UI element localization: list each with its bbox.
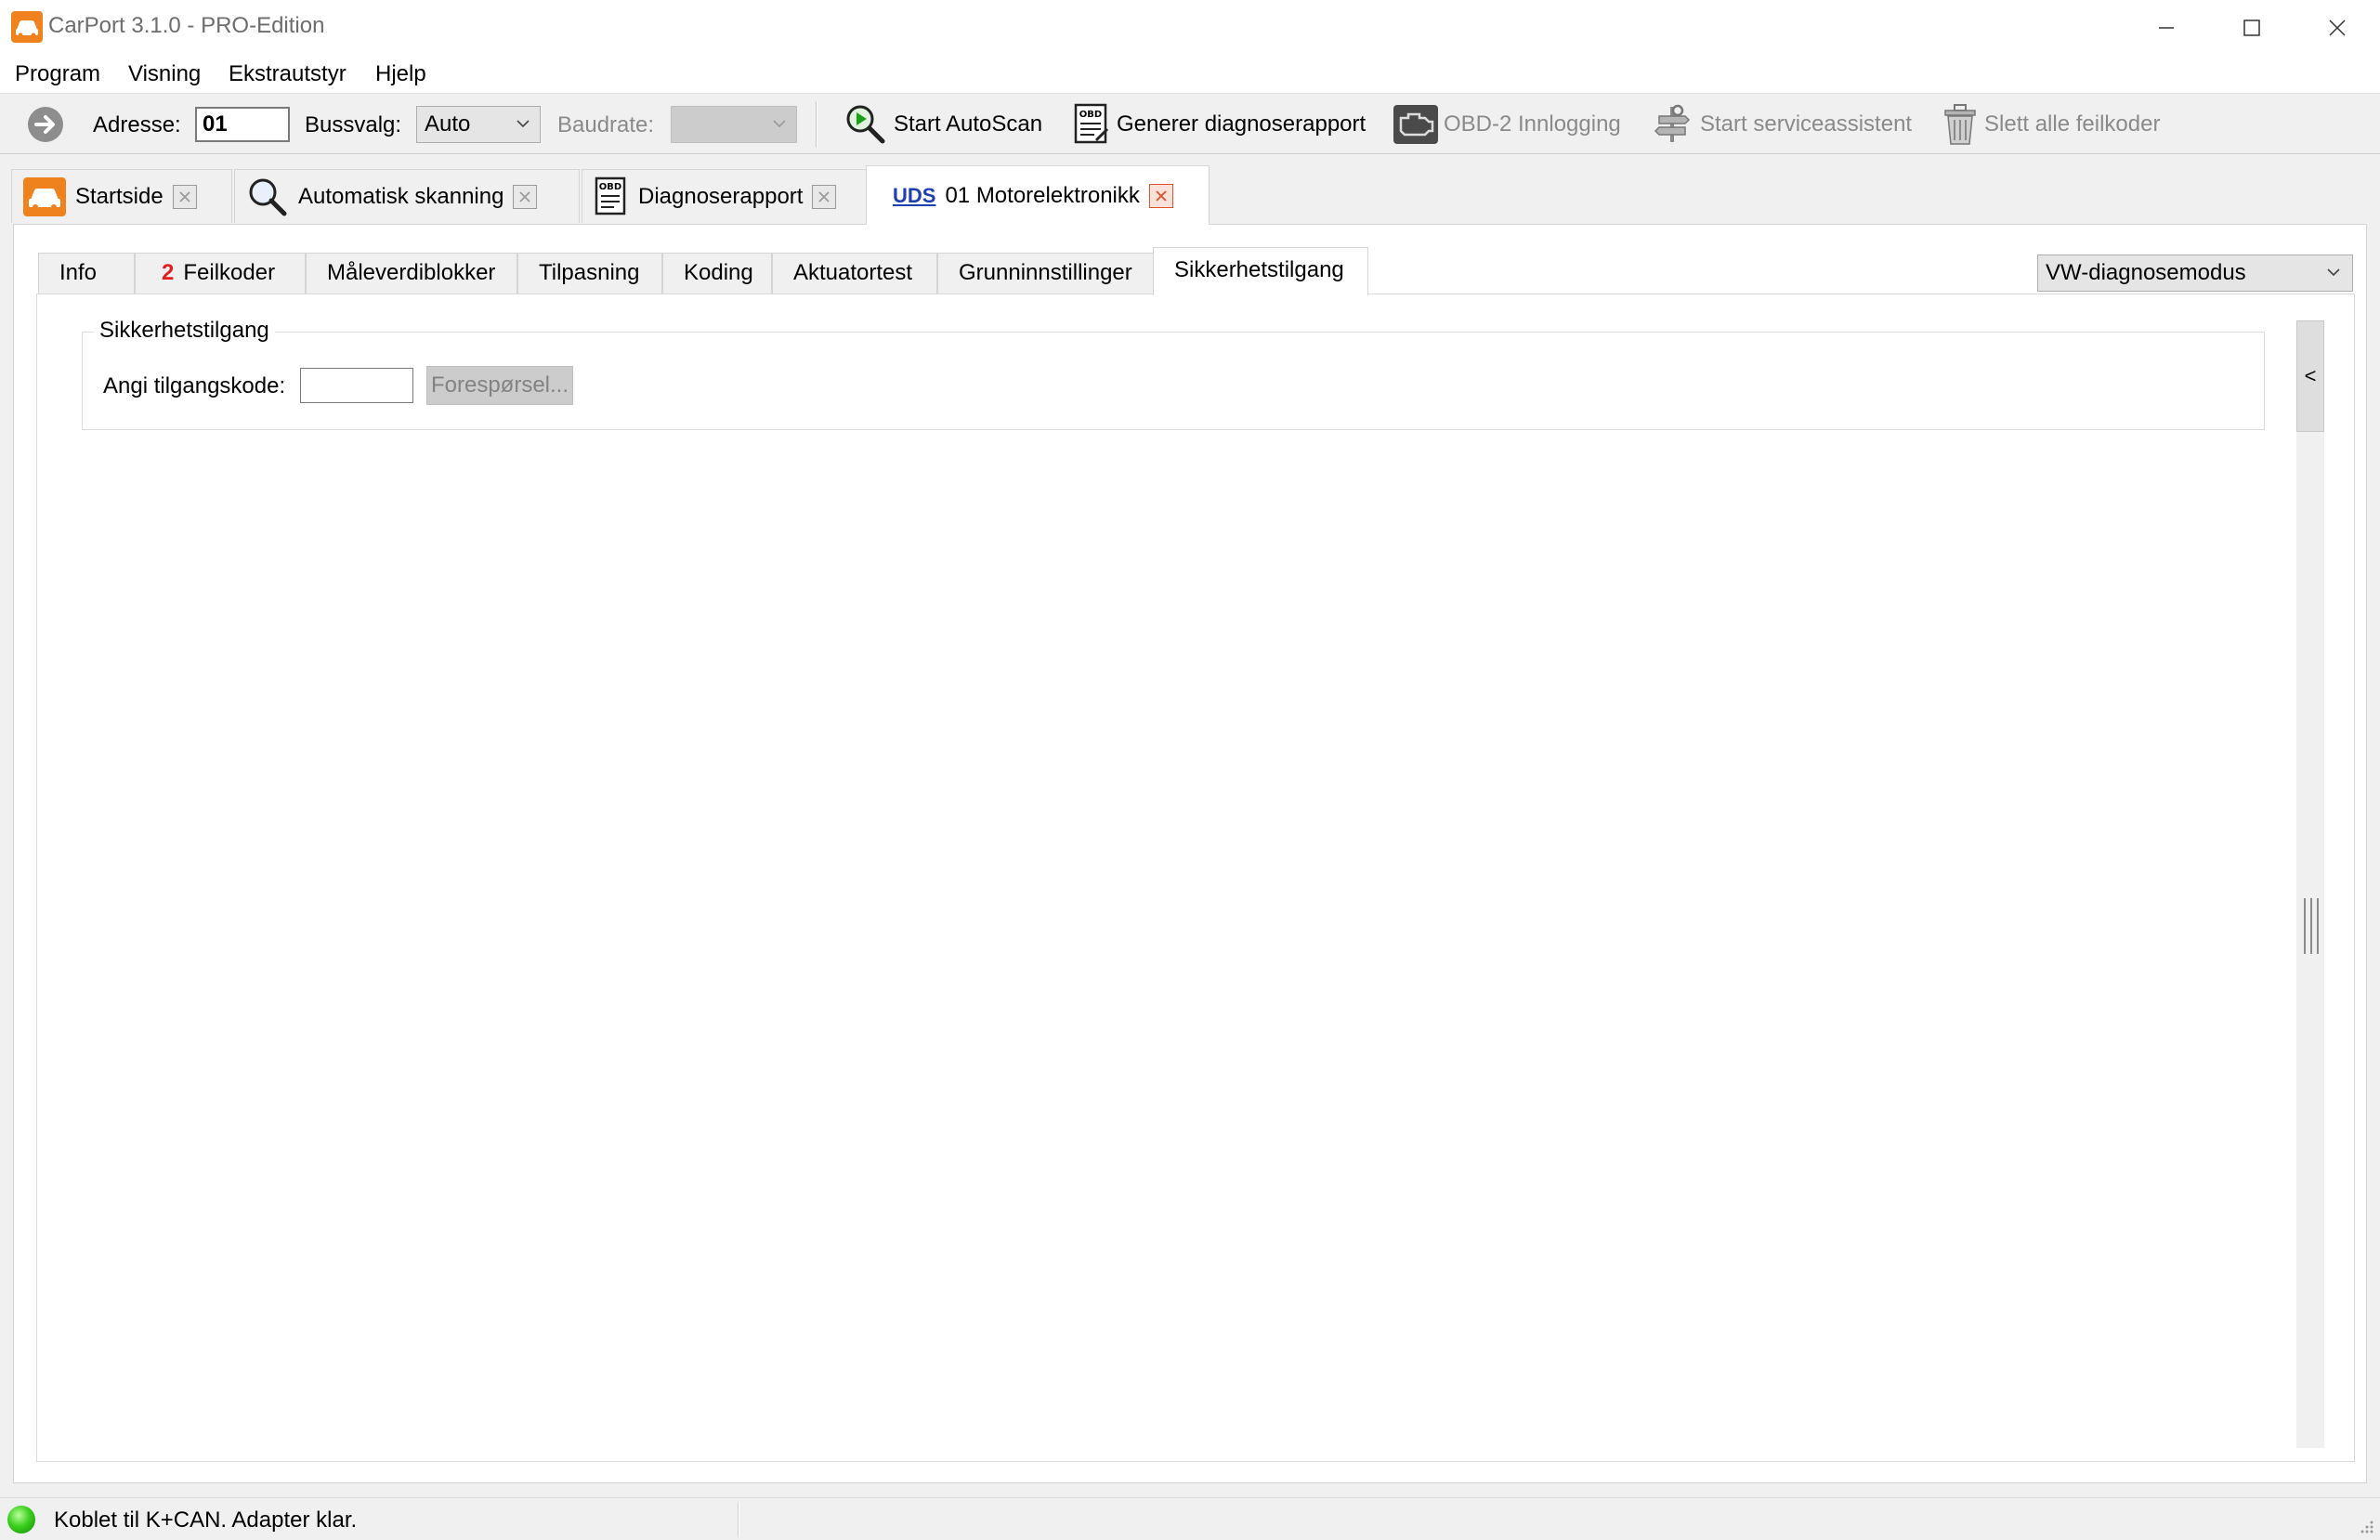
close-icon [179, 190, 190, 202]
side-panel-collapse-button[interactable]: < [2296, 320, 2324, 432]
tab-tilpasning-label: Tilpasning [539, 260, 640, 285]
menu-program[interactable]: Program [15, 59, 100, 89]
obd-report-icon: OBD [1074, 103, 1109, 144]
window-title: CarPort 3.1.0 - PRO-Edition [48, 13, 325, 38]
security-groupbox: Sikkerhetstilgang Angi tilgangskode: For… [82, 318, 2265, 430]
error-count-badge: 2 [162, 260, 175, 285]
connect-arrow-icon[interactable] [26, 105, 65, 144]
generate-report-button[interactable]: OBD Generer diagnoserapport [1072, 101, 1366, 148]
request-button[interactable]: Forespørsel... [426, 366, 573, 405]
status-text: Koblet til K+CAN. Adapter klar. [54, 1507, 358, 1533]
close-tab-button[interactable] [1148, 183, 1173, 208]
doc-tab-startside[interactable]: Startside [11, 169, 232, 223]
uds-badge: UDS [893, 183, 936, 207]
tab-grunninnstillinger[interactable]: Grunninnstillinger [937, 253, 1155, 294]
toolbar-separator [816, 101, 817, 148]
status-separator [738, 1502, 739, 1537]
close-tab-button[interactable] [172, 184, 197, 209]
security-access-page: Sikkerhetstilgang Angi tilgangskode: For… [36, 294, 2355, 1462]
service-wrench-icon [1654, 104, 1691, 142]
start-autoscan-label: Start AutoScan [894, 111, 1043, 137]
autoscan-magnifier-icon [846, 105, 885, 144]
close-window-button[interactable] [2295, 0, 2380, 56]
tab-aktuatortest-label: Aktuatortest [793, 260, 913, 285]
bus-select-value: Auto [425, 111, 471, 137]
security-group-title: Sikkerhetstilgang [94, 318, 275, 344]
maximize-button[interactable] [2209, 0, 2295, 56]
tab-sikkerhetstilgang-label: Sikkerhetstilgang [1174, 257, 1344, 282]
menu-ekstrautstyr[interactable]: Ekstrautstyr [229, 59, 347, 89]
service-assistant-label: Start serviceassistent [1700, 111, 1913, 137]
menu-bar: Program Visning Ekstrautstyr Hjelp [0, 56, 2380, 93]
tab-info-label: Info [59, 260, 98, 285]
connection-status-led-icon [7, 1506, 35, 1533]
doc-tab-report-label: Diagnoserapport [638, 183, 804, 209]
tab-koding-label: Koding [684, 260, 753, 285]
doc-tab-diagnoserapport[interactable]: OBD Diagnoserapport [582, 169, 877, 223]
maximize-icon [2243, 20, 2260, 36]
obd-icon-text: OBD [599, 182, 621, 192]
close-icon [2329, 20, 2346, 36]
baud-label: Baudrate: [557, 112, 655, 137]
access-code-label: Angi tilgangskode: [103, 373, 286, 398]
tab-feilkoder-label: Feilkoder [183, 260, 276, 285]
tab-maleverdiblokker[interactable]: Måleverdiblokker [306, 253, 517, 294]
splitter-grip[interactable] [2304, 898, 2319, 954]
engine-icon [1393, 105, 1438, 144]
minimize-icon [2159, 27, 2174, 29]
tab-sikkerhetstilgang[interactable]: Sikkerhetstilgang [1153, 247, 1368, 295]
trash-icon [1944, 104, 1976, 145]
bus-label: Bussvalg: [305, 112, 402, 137]
diagnose-mode-value: VW-diagnosemodus [2046, 260, 2246, 285]
close-tab-button[interactable] [513, 184, 538, 209]
status-bar: Koblet til K+CAN. Adapter klar. [0, 1497, 2380, 1540]
tab-tilpasning[interactable]: Tilpasning [517, 253, 662, 294]
resize-grip-icon[interactable] [2358, 1518, 2374, 1534]
home-car-icon [23, 176, 66, 216]
clear-codes-button[interactable]: Slett alle feilkoder [1942, 101, 2160, 148]
close-icon [519, 190, 531, 202]
obd-icon-text: OBD [1079, 110, 1102, 120]
doc-tab-automatisk-skanning[interactable]: Automatisk skanning [234, 169, 580, 223]
tab-aktuatortest[interactable]: Aktuatortest [772, 253, 937, 294]
bus-select[interactable]: Auto [416, 106, 541, 143]
tab-grunninnstillinger-label: Grunninnstillinger [959, 260, 1132, 285]
chevron-down-icon [773, 120, 786, 128]
obd2-login-button[interactable]: OBD-2 Innlogging [1393, 101, 1621, 148]
collapse-arrow-icon: < [2304, 364, 2317, 387]
access-code-input[interactable] [300, 368, 413, 403]
tab-info[interactable]: Info [38, 253, 135, 294]
address-input[interactable]: 01 [195, 107, 290, 142]
tab-maleverdiblokker-label: Måleverdiblokker [327, 260, 496, 285]
doc-tab-autoscan-label: Automatisk skanning [298, 183, 504, 209]
obd2-login-label: OBD-2 Innlogging [1444, 111, 1621, 137]
close-icon [1156, 189, 1167, 202]
doc-tab-startside-label: Startside [75, 183, 163, 209]
chevron-down-icon [2327, 268, 2340, 277]
close-icon [818, 190, 830, 202]
tab-koding[interactable]: Koding [662, 253, 772, 294]
doc-tab-motor-label: 01 Motorelektronikk [945, 182, 1140, 208]
document-tab-strip: Startside Automatisk skanning OBD Diagno… [11, 165, 2371, 225]
title-bar: CarPort 3.1.0 - PRO-Edition [0, 0, 2380, 56]
menu-visning[interactable]: Visning [128, 59, 201, 89]
chevron-down-icon [517, 120, 530, 128]
tab-feilkoder[interactable]: 2 Feilkoder [135, 253, 306, 294]
address-label: Adresse: [93, 112, 181, 137]
baud-select[interactable] [671, 106, 797, 143]
generate-report-label: Generer diagnoserapport [1117, 111, 1367, 137]
start-autoscan-button[interactable]: Start AutoScan [843, 101, 1042, 148]
close-tab-button[interactable] [812, 184, 837, 209]
document-panel: Info 2 Feilkoder Måleverdiblokker Tilpasn… [13, 224, 2367, 1483]
search-icon [249, 178, 287, 215]
clear-codes-label: Slett alle feilkoder [1984, 111, 2161, 137]
minimize-button[interactable] [2124, 0, 2209, 56]
obd-report-icon: OBD [595, 176, 626, 215]
toolbar: Adresse: 01 Bussvalg: Auto Baudrate: Sta… [0, 93, 2380, 154]
doc-tab-motorelektronikk[interactable]: UDS 01 Motorelektronikk [866, 165, 1210, 225]
diagnose-mode-select[interactable]: VW-diagnosemodus [2037, 254, 2353, 292]
app-car-icon [11, 11, 43, 43]
service-assistant-button[interactable]: Start serviceassistent [1650, 101, 1912, 148]
menu-hjelp[interactable]: Hjelp [375, 59, 426, 89]
